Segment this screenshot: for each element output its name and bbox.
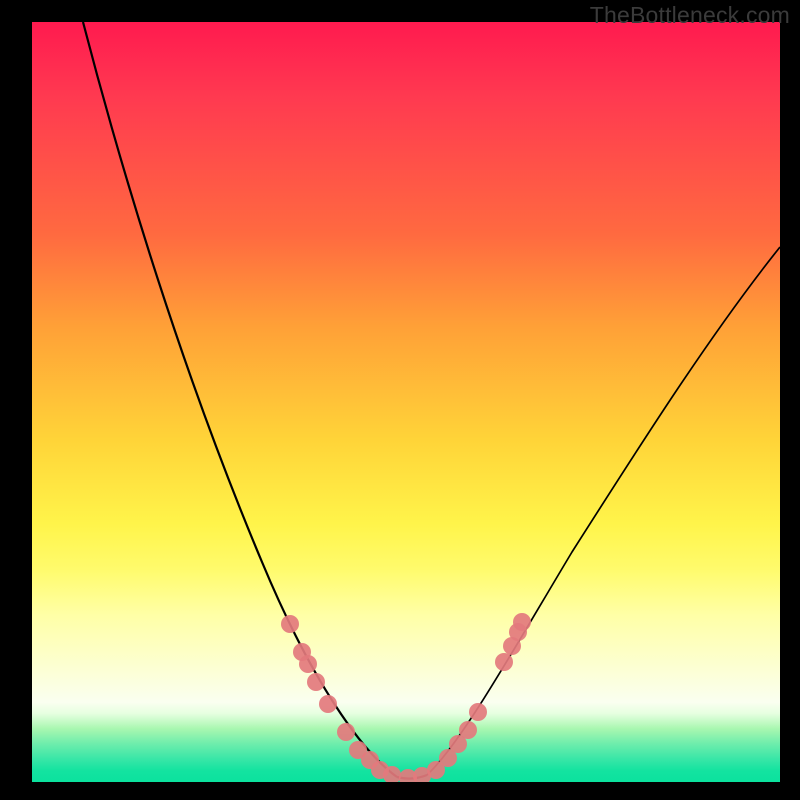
curve-left [83,22,397,777]
plot-area [32,22,780,782]
bottleneck-curve [32,22,780,782]
chart-frame: TheBottleneck.com [0,0,800,800]
watermark-text: TheBottleneck.com [590,2,790,29]
curve-right [427,247,780,775]
marker-group [281,613,531,782]
